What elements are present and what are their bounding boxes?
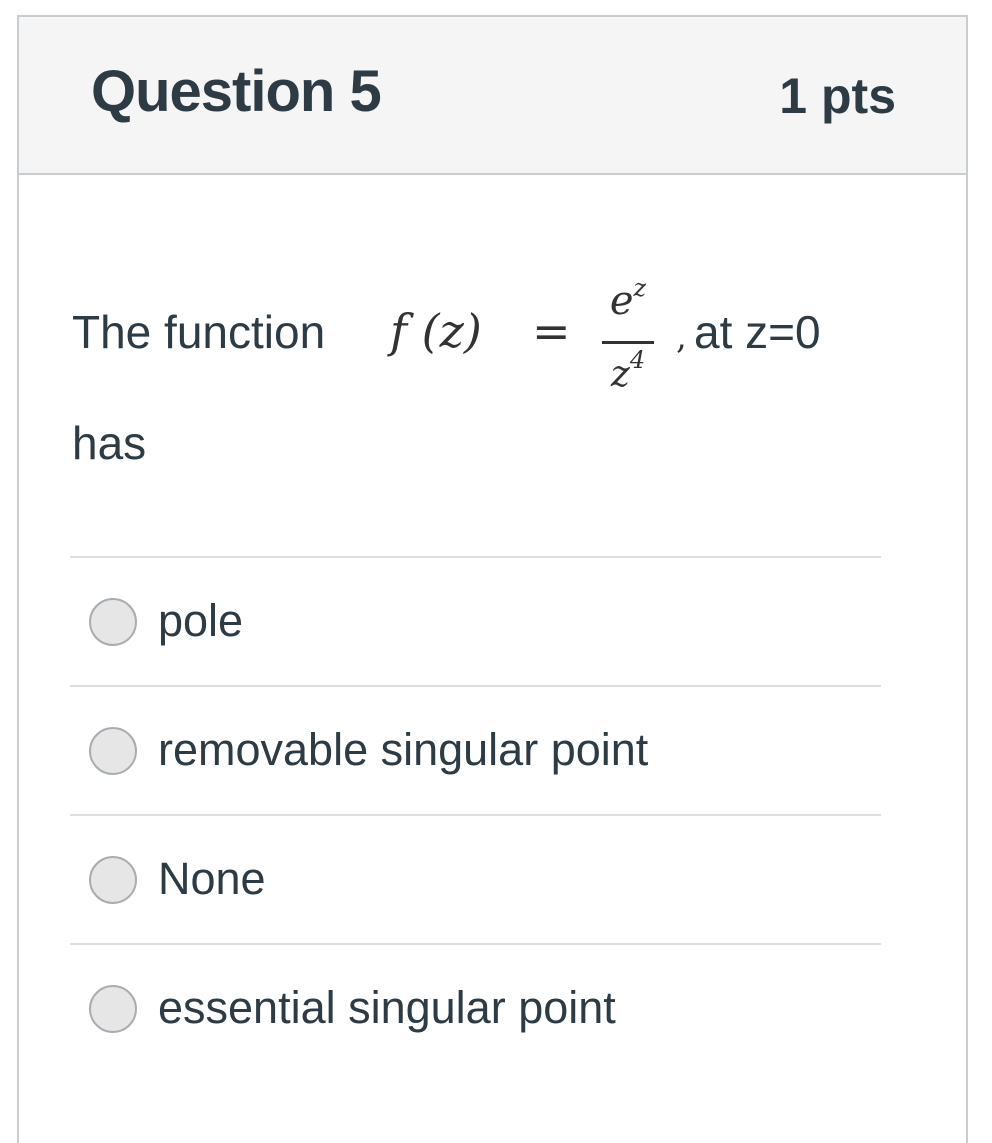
- answer-list: pole removable singular point None essen…: [70, 556, 881, 1072]
- answer-option-removable-singular-point[interactable]: removable singular point: [70, 685, 881, 814]
- question-text-prefix: The function: [72, 306, 326, 358]
- numerator-exponent: z: [633, 274, 647, 302]
- answer-radio-none[interactable]: [89, 856, 137, 904]
- question-line-2: has: [72, 417, 147, 469]
- answer-label[interactable]: pole: [158, 598, 243, 643]
- question-text: The function f (z) = ez z4 , at z=0 has: [72, 268, 882, 466]
- answer-radio-essential-singular-point[interactable]: [89, 985, 137, 1033]
- answer-label[interactable]: removable singular point: [158, 727, 648, 772]
- answer-radio-removable-singular-point[interactable]: [89, 727, 137, 775]
- numerator-base: e: [609, 278, 634, 324]
- question-header: Question 5 1 pts: [19, 17, 966, 175]
- formula-fraction: ez z4: [598, 268, 658, 393]
- formula-numerator: ez: [598, 276, 658, 321]
- question-line-1: The function f (z) = ez z4 , at z=0: [72, 268, 882, 393]
- answer-label[interactable]: essential singular point: [158, 985, 616, 1030]
- formula-lhs: f (z): [390, 304, 482, 358]
- denominator-exponent: 4: [629, 346, 646, 374]
- denominator-base: z: [610, 354, 630, 395]
- answer-option-essential-singular-point[interactable]: essential singular point: [70, 943, 881, 1072]
- question-points: 1 pts: [779, 68, 896, 124]
- formula-equals: =: [532, 304, 571, 358]
- answer-radio-pole[interactable]: [89, 598, 137, 646]
- formula-comma: ,: [676, 317, 687, 357]
- fraction-bar: [602, 341, 654, 344]
- question-title: Question 5: [91, 59, 382, 124]
- answer-label[interactable]: None: [158, 856, 266, 901]
- formula-denominator: z4: [598, 348, 658, 393]
- answer-option-pole[interactable]: pole: [70, 556, 881, 685]
- answer-option-none[interactable]: None: [70, 814, 881, 943]
- question-text-suffix: at z=0: [694, 306, 821, 358]
- formula: f (z) = ez z4 ,: [390, 268, 690, 393]
